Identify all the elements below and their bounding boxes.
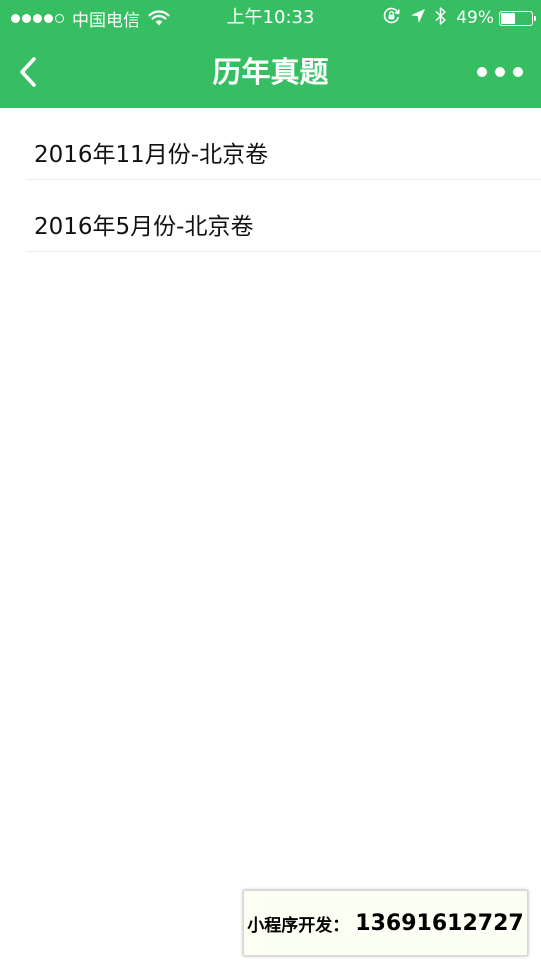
list-item[interactable]: 2016年11月份-北京卷 [26,108,541,180]
bluetooth-icon [435,6,447,31]
promo-phone-number: 13691612727 [355,910,524,936]
battery-percentage: 49% [456,8,494,28]
more-dots-icon [495,67,505,77]
back-button[interactable] [12,50,44,94]
battery-icon [499,10,536,26]
chevron-left-icon [20,57,36,87]
status-bar: 中国电信 上午10:33 49% [0,0,541,36]
list-item-label: 2016年11月份-北京卷 [34,142,269,168]
list-item[interactable]: 2016年5月份-北京卷 [26,180,541,252]
battery-nub [534,15,536,21]
promo-watermark: 小程序开发： 13691612727 [243,890,528,956]
battery-level-fill [501,12,515,24]
more-options-button[interactable] [477,58,523,86]
navigation-bar: 历年真题 [0,36,541,108]
list-item-label: 2016年5月份-北京卷 [34,214,254,240]
promo-label: 小程序开发： [247,915,350,936]
location-arrow-icon [410,8,426,29]
page-title: 历年真题 [212,55,329,89]
exam-list: 2016年11月份-北京卷 2016年5月份-北京卷 [0,108,541,252]
more-dots-icon [477,67,487,77]
more-dots-icon [513,67,523,77]
status-bar-right: 49% [382,0,536,36]
orientation-lock-icon [382,6,401,30]
